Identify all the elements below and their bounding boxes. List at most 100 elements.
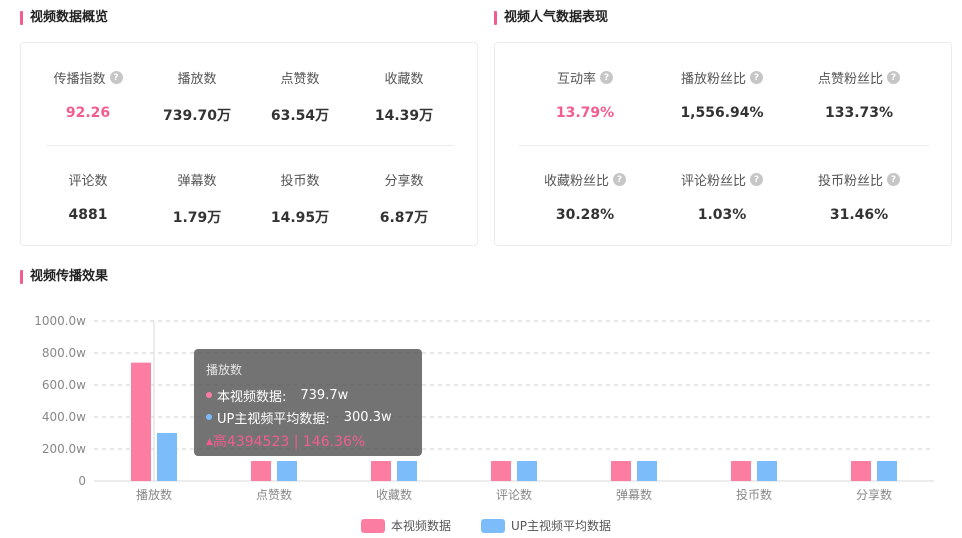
legend-item-video[interactable]: 本视频数据 xyxy=(361,517,451,534)
x-tick-label: 收藏数 xyxy=(376,487,412,502)
x-tick-label: 点赞数 xyxy=(256,487,292,502)
bar-avg xyxy=(757,461,777,481)
overview-metric: 播放数 739.70万 xyxy=(137,68,257,125)
tooltip-row-video-value: 739.7w xyxy=(300,387,349,403)
question-mark-icon[interactable]: ? xyxy=(750,71,763,84)
bar-avg xyxy=(517,461,537,481)
y-tick-label: 0 xyxy=(78,474,86,488)
x-tick-label: 弹幕数 xyxy=(616,487,652,502)
popularity-metric-value: 31.46% xyxy=(829,207,889,223)
bar-video xyxy=(371,461,391,481)
question-mark-icon[interactable]: ? xyxy=(600,71,613,84)
effect-title: 视频传播效果 xyxy=(20,269,108,285)
legend-label-video: 本视频数据 xyxy=(391,519,452,533)
spread-effect-chart: 0200.0w400.0w600.0w800.0w1000.0w播放数 点赞数 收藏… xyxy=(34,314,934,502)
popularity-metric-value: 1.03% xyxy=(697,207,747,223)
question-mark-icon[interactable]: ? xyxy=(750,173,763,186)
overview-metric: 分享数 6.87万 xyxy=(344,170,464,227)
avg-dot-icon xyxy=(206,414,212,420)
popularity-title: 视频人气数据表现 xyxy=(494,10,608,26)
popularity-metric-label: 评论粉丝比? xyxy=(681,170,763,189)
tooltip-row-video: 本视频数据: 739.7w xyxy=(206,384,410,406)
popularity-metric-label-text: 播放粉丝比 xyxy=(680,72,746,87)
bar-video xyxy=(611,461,631,481)
overview-metric-label-text: 投币数 xyxy=(280,174,320,189)
popularity-metric-value: 1,556.94% xyxy=(680,105,764,121)
chart-tooltip: 播放数 本视频数据: 739.7w UP主视频平均数据: 300.3w ▲高43… xyxy=(194,349,422,456)
y-tick-label: 600.0w xyxy=(42,378,86,392)
bar-avg xyxy=(877,461,897,481)
overview-metric: 投币数 14.95万 xyxy=(240,170,360,227)
overview-divider xyxy=(46,145,454,146)
popularity-metric-label: 互动率? xyxy=(557,68,613,87)
overview-metric: 点赞数 63.54万 xyxy=(240,68,360,125)
popularity-metric-label-text: 评论粉丝比 xyxy=(680,174,746,189)
popularity-metric-label: 收藏粉丝比? xyxy=(544,170,626,189)
up-triangle-icon: ▲ xyxy=(206,437,213,447)
popularity-metric-label: 投币粉丝比? xyxy=(818,170,900,189)
overview-metric-label: 评论数 xyxy=(68,170,107,189)
overview-metric-label-text: 传播指数 xyxy=(53,72,106,87)
popularity-metric: 点赞粉丝比? 133.73% xyxy=(799,68,919,121)
bar-video xyxy=(491,461,511,481)
popularity-metric-value: 133.73% xyxy=(824,105,894,121)
x-tick-label: 评论数 xyxy=(496,487,532,502)
y-tick-label: 400.0w xyxy=(42,410,86,424)
overview-metric-value: 6.87万 xyxy=(379,210,429,226)
tooltip-diff-text: 高4394523 | 146.36% xyxy=(212,434,366,450)
x-tick-label: 播放数 xyxy=(136,487,172,502)
popularity-metric: 收藏粉丝比? 30.28% xyxy=(525,170,645,223)
question-mark-icon[interactable]: ? xyxy=(887,71,900,84)
popularity-metric-label: 播放粉丝比? xyxy=(681,68,763,87)
overview-title: 视频数据概览 xyxy=(20,10,108,26)
popularity-metric-value: 13.79% xyxy=(555,105,615,121)
overview-metric-label: 收藏数 xyxy=(384,68,423,87)
overview-metric-label: 传播指数? xyxy=(53,68,123,87)
overview-metric-value: 1.79万 xyxy=(172,210,222,226)
overview-metric-label-text: 点赞数 xyxy=(280,72,320,87)
tooltip-title: 播放数 xyxy=(206,363,243,377)
overview-metric-value: 92.26 xyxy=(65,105,111,121)
bar-video xyxy=(731,461,751,481)
popularity-metric-label: 点赞粉丝比? xyxy=(818,68,900,87)
popularity-metric: 互动率? 13.79% xyxy=(525,68,645,121)
legend-swatch-video xyxy=(361,518,385,533)
bar-video xyxy=(131,362,151,481)
overview-metric-label: 投币数 xyxy=(280,170,319,189)
question-mark-icon[interactable]: ? xyxy=(887,173,900,186)
bar-avg xyxy=(277,461,297,481)
legend-swatch-avg xyxy=(481,518,505,533)
popularity-metric-label-text: 收藏粉丝比 xyxy=(543,174,609,189)
popularity-metric: 评论粉丝比? 1.03% xyxy=(662,170,782,223)
overview-metric-value: 14.39万 xyxy=(374,108,434,124)
tooltip-row-video-name: 本视频数据: xyxy=(217,389,287,405)
y-tick-label: 800.0w xyxy=(42,346,86,360)
overview-metric-label-text: 评论数 xyxy=(68,174,108,189)
overview-metric: 弹幕数 1.79万 xyxy=(137,170,257,227)
overview-metric-value: 739.70万 xyxy=(162,108,232,124)
overview-metric-label: 播放数 xyxy=(177,68,216,87)
overview-metric-label-text: 播放数 xyxy=(177,72,217,87)
tooltip-row-avg-name: UP主视频平均数据: xyxy=(217,411,330,427)
popularity-metric-value: 30.28% xyxy=(555,207,615,223)
video-dot-icon xyxy=(206,392,212,398)
x-tick-label: 投币数 xyxy=(736,487,772,502)
overview-metric-label-text: 分享数 xyxy=(384,174,424,189)
bar-avg xyxy=(637,461,657,481)
legend-item-avg[interactable]: UP主视频平均数据 xyxy=(481,517,611,534)
overview-metric-label-text: 弹幕数 xyxy=(177,174,217,189)
popularity-metric-label-text: 互动率 xyxy=(556,72,596,87)
tooltip-row-avg-value: 300.3w xyxy=(343,409,392,425)
overview-metric-value: 63.54万 xyxy=(270,108,330,124)
tooltip-diff: ▲高4394523 | 146.36% xyxy=(206,431,410,451)
popularity-metric: 投币粉丝比? 31.46% xyxy=(799,170,919,223)
overview-metric-value: 14.95万 xyxy=(270,210,330,226)
overview-metric-label: 分享数 xyxy=(384,170,423,189)
popularity-metric: 播放粉丝比? 1,556.94% xyxy=(662,68,782,121)
overview-metric-value: 4881 xyxy=(68,207,108,223)
question-mark-icon[interactable]: ? xyxy=(613,173,626,186)
question-mark-icon[interactable]: ? xyxy=(109,71,123,84)
popularity-metric-label-text: 点赞粉丝比 xyxy=(817,72,883,87)
popularity-divider xyxy=(519,145,929,146)
overview-metric: 收藏数 14.39万 xyxy=(344,68,464,125)
